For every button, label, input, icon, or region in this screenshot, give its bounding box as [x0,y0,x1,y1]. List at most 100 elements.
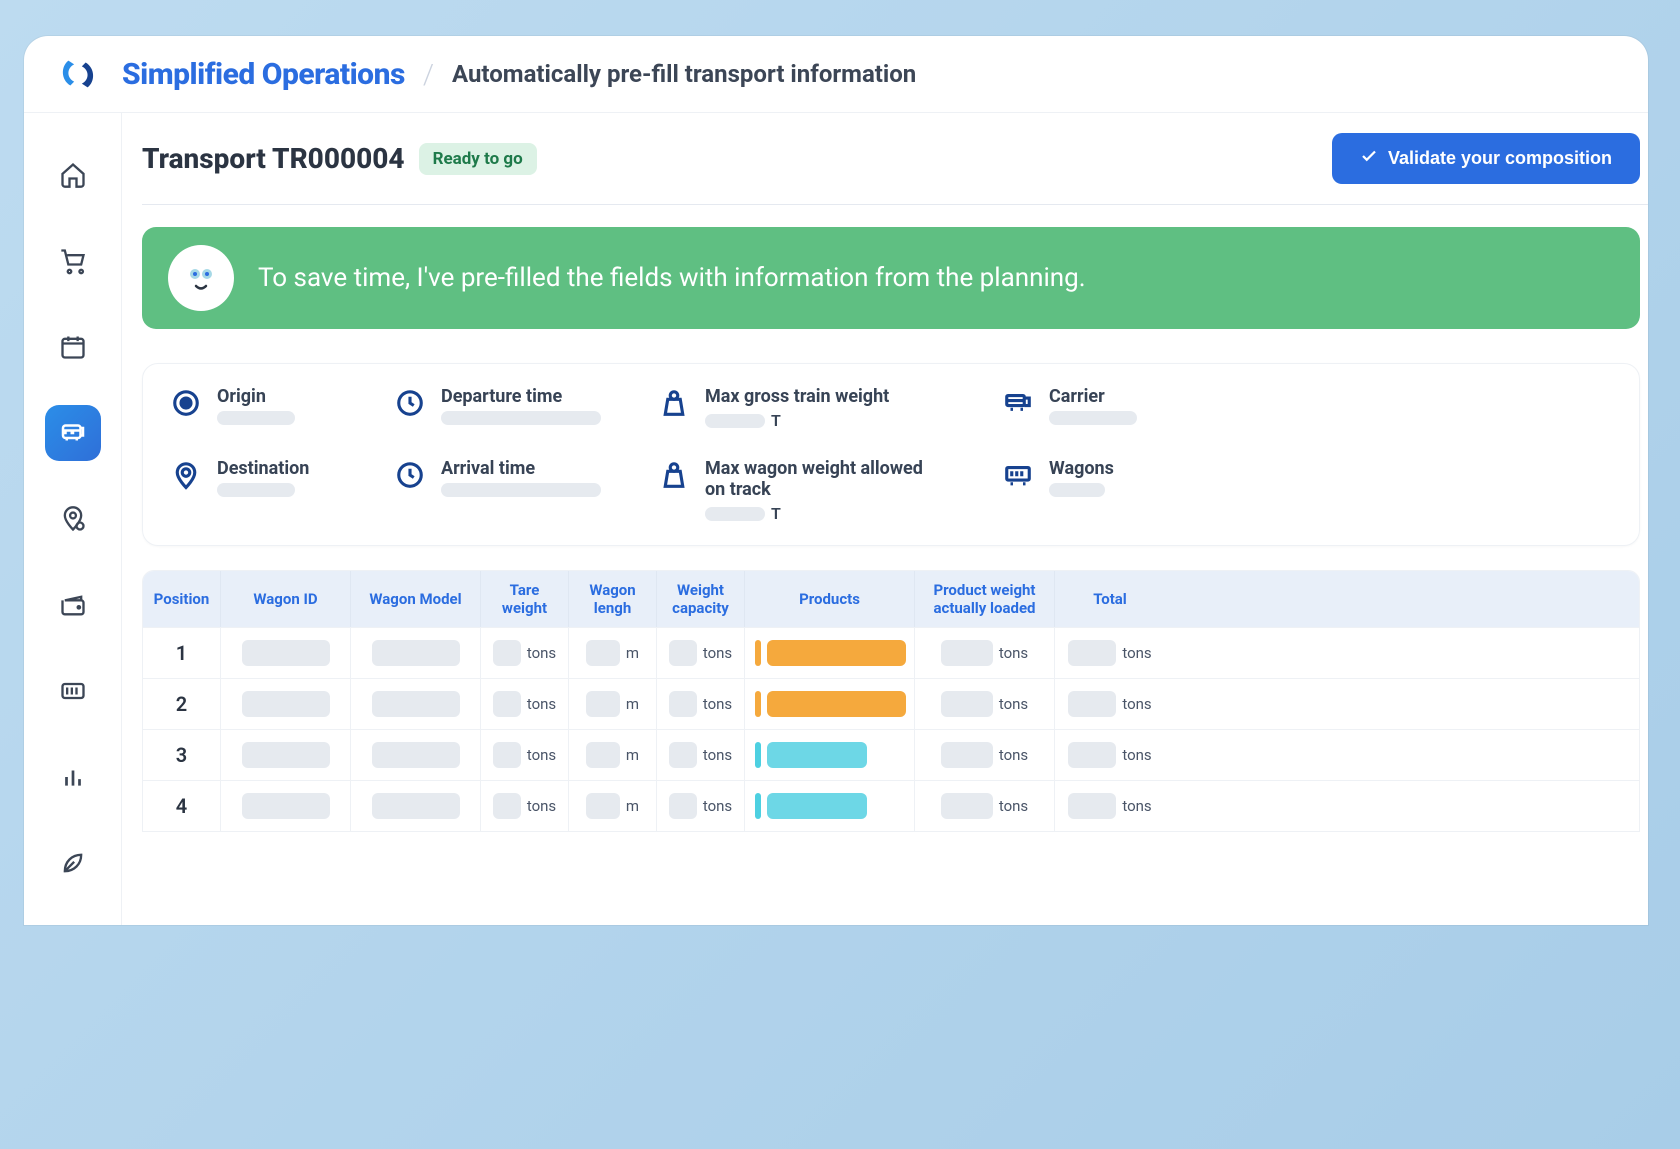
th-wagon-model: Wagon Model [351,571,481,627]
th-tare: Tare weight [481,571,569,627]
th-length: Wagon lengh [569,571,657,627]
banner-text: To save time, I've pre-filled the fields… [258,263,1086,293]
cell-wagon-id[interactable] [221,730,351,780]
th-position: Position [143,571,221,627]
cell-total: tons [1055,679,1165,729]
cell-capacity[interactable]: tons [657,730,745,780]
status-badge: Ready to go [419,143,537,175]
cell-wagon-model[interactable] [351,781,481,831]
cell-products[interactable] [745,781,915,831]
th-loaded: Product weight actually loaded [915,571,1055,627]
nav-leaf[interactable] [45,835,101,891]
cell-products[interactable] [745,730,915,780]
divider [142,204,1648,205]
cell-position: 4 [143,781,221,831]
wagon-table: Position Wagon ID Wagon Model Tare weigh… [142,570,1640,832]
info-arrival: Arrival time [393,458,603,523]
cell-tare[interactable]: tons [481,730,569,780]
page-subtitle: Automatically pre-fill transport informa… [452,60,916,88]
carrier-label: Carrier [1049,386,1137,407]
brand-title: Simplified Operations [122,57,405,92]
nav-location[interactable] [45,491,101,547]
bot-avatar-icon [168,245,234,311]
breadcrumb-divider: / [423,58,434,91]
table-row: 2tonsmtonstonstons [143,678,1639,729]
nav-home[interactable] [45,147,101,203]
cell-wagon-id[interactable] [221,781,351,831]
cell-tare[interactable]: tons [481,628,569,678]
nav-calendar[interactable] [45,319,101,375]
topbar: Simplified Operations / Automatically pr… [24,36,1648,113]
nav-train[interactable] [45,405,101,461]
cell-loaded[interactable]: tons [915,679,1055,729]
weight-icon [657,386,691,420]
validate-button[interactable]: Validate your composition [1332,133,1640,184]
cell-position: 3 [143,730,221,780]
info-max-gross: Max gross train weight T [657,386,947,430]
clock-icon [393,458,427,492]
brand-logo-icon [52,48,104,100]
transport-info-card: Origin Departure time Max gross train we… [142,363,1640,546]
cell-tare[interactable]: tons [481,781,569,831]
destination-label: Destination [217,458,309,479]
nav-container[interactable] [45,663,101,719]
cell-tare[interactable]: tons [481,679,569,729]
cell-position: 1 [143,628,221,678]
cell-length[interactable]: m [569,628,657,678]
info-wagons: Wagons [1001,458,1171,523]
max-wagon-value [705,507,765,521]
departure-label: Departure time [441,386,601,407]
cell-products[interactable] [745,628,915,678]
ai-banner: To save time, I've pre-filled the fields… [142,227,1640,329]
cell-length[interactable]: m [569,679,657,729]
info-destination: Destination [169,458,339,523]
carrier-value [1049,411,1137,425]
clock-icon [393,386,427,420]
wagon-icon [1001,458,1035,492]
cell-products[interactable] [745,679,915,729]
info-origin: Origin [169,386,339,430]
cell-capacity[interactable]: tons [657,628,745,678]
info-max-wagon: Max wagon weight allowed on track T [657,458,947,523]
cell-loaded[interactable]: tons [915,730,1055,780]
app-window: Simplified Operations / Automatically pr… [24,36,1648,925]
max-wagon-unit: T [771,504,781,523]
table-row: 3tonsmtonstonstons [143,729,1639,780]
table-header: Position Wagon ID Wagon Model Tare weigh… [143,571,1639,627]
th-capacity: Weight capacity [657,571,745,627]
page-title: Transport TR000004 [142,142,405,175]
cell-wagon-model[interactable] [351,730,481,780]
cell-wagon-model[interactable] [351,679,481,729]
max-wagon-label: Max wagon weight allowed on track [705,458,947,500]
check-icon [1360,147,1378,170]
destination-value [217,483,295,497]
table-body: 1tonsmtonstonstons2tonsmtonstonstons3ton… [143,627,1639,831]
cell-loaded[interactable]: tons [915,628,1055,678]
cell-wagon-id[interactable] [221,628,351,678]
nav-cart[interactable] [45,233,101,289]
destination-icon [169,458,203,492]
cell-capacity[interactable]: tons [657,781,745,831]
sidebar [24,113,122,925]
origin-icon [169,386,203,420]
th-products: Products [745,571,915,627]
nav-wallet[interactable] [45,577,101,633]
max-gross-label: Max gross train weight [705,386,889,407]
info-departure: Departure time [393,386,603,430]
cell-length[interactable]: m [569,781,657,831]
cell-capacity[interactable]: tons [657,679,745,729]
validate-button-label: Validate your composition [1388,148,1612,169]
cell-wagon-model[interactable] [351,628,481,678]
origin-value [217,411,295,425]
max-gross-unit: T [771,411,781,430]
main-content: Transport TR000004 Ready to go Validate … [122,113,1648,925]
cell-length[interactable]: m [569,730,657,780]
wagons-label: Wagons [1049,458,1114,479]
weight-icon [657,458,691,492]
cell-loaded[interactable]: tons [915,781,1055,831]
cell-total: tons [1055,628,1165,678]
max-gross-value [705,414,765,428]
cell-wagon-id[interactable] [221,679,351,729]
nav-analytics[interactable] [45,749,101,805]
th-wagon-id: Wagon ID [221,571,351,627]
